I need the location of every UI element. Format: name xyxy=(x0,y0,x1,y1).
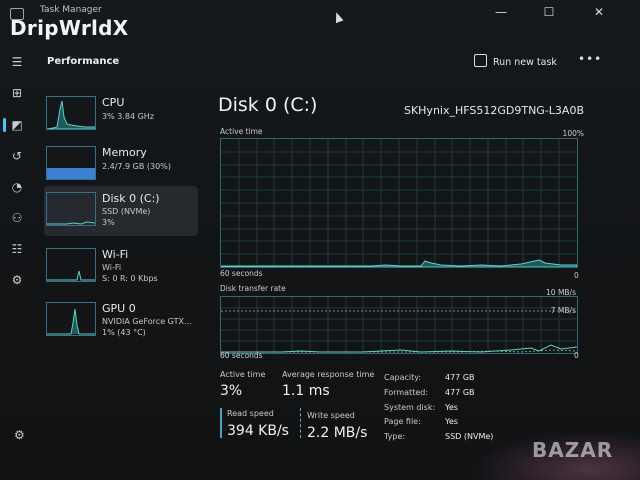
avg-response-label: Average response time xyxy=(282,370,375,379)
sidebar-item-detail: SSD (NVMe) xyxy=(102,207,151,216)
active-time-stat-label: Active time xyxy=(220,370,266,379)
property-key: Page file: xyxy=(384,417,421,426)
transfer-rate-x-min: 0 xyxy=(574,351,579,360)
startup-apps-icon[interactable]: ◔ xyxy=(9,179,25,195)
wifi-thumbnail-graph xyxy=(46,248,96,282)
transfer-rate-graph-plot xyxy=(221,297,577,353)
close-button[interactable]: ✕ xyxy=(584,2,614,22)
read-speed-value: 394 KB/s xyxy=(227,423,289,439)
sidebar-item-label: CPU xyxy=(102,96,125,109)
write-speed-label: Write speed xyxy=(307,411,355,420)
active-indicator xyxy=(3,118,6,132)
settings-icon[interactable]: ⚙ xyxy=(14,428,25,442)
memory-thumbnail-graph xyxy=(46,146,96,180)
sidebar-item-gpu[interactable]: GPU 0 NVIDIA GeForce GTX... 1% (43 °C) xyxy=(44,296,198,346)
transfer-rate-mid: 7 MB/s xyxy=(550,306,576,315)
sidebar-item-memory[interactable]: Memory 2.4/7.9 GB (30%) xyxy=(44,140,198,190)
active-time-graph xyxy=(220,138,578,268)
active-time-graph-plot xyxy=(221,139,577,267)
task-manager-window: Task Manager — ☐ ✕ DripWrldX ☰ ⊞ ◩ ↺ ◔ ⚇… xyxy=(0,0,640,480)
gpu-thumbnail-graph xyxy=(46,302,96,336)
sidebar-item-label: Disk 0 (C:) xyxy=(102,192,160,205)
property-key: Capacity: xyxy=(384,373,422,382)
users-icon[interactable]: ⚇ xyxy=(9,210,25,226)
read-speed-label: Read speed xyxy=(227,409,274,418)
property-value: 477 GB xyxy=(445,373,475,382)
sidebar-item-throughput: S: 0 R: 0 Kbps xyxy=(102,274,158,283)
sidebar-item-label: Wi-Fi xyxy=(102,248,129,261)
cpu-thumbnail-graph xyxy=(46,96,96,130)
sidebar-item-detail: Wi-Fi xyxy=(102,263,122,272)
details-icon[interactable]: ☷ xyxy=(9,241,25,257)
property-key: Type: xyxy=(384,432,406,441)
sidebar-item-usage: 1% (43 °C) xyxy=(102,328,146,337)
active-time-stat-value: 3% xyxy=(220,383,243,399)
sidebar-item-detail: 3% 3.84 GHz xyxy=(102,112,155,121)
disk-model: SKHynix_HFS512GD9TNG-L3A0B xyxy=(403,104,584,117)
property-value: 477 GB xyxy=(445,388,475,397)
sidebar-item-detail: NVIDIA GeForce GTX... xyxy=(102,317,192,326)
page-title: Performance xyxy=(47,56,120,67)
property-key: System disk: xyxy=(384,403,436,412)
write-speed-value: 2.2 MB/s xyxy=(307,425,368,441)
window-title: Task Manager xyxy=(40,5,102,15)
performance-icon[interactable]: ◩ xyxy=(9,117,25,133)
sidebar-item-disk[interactable]: Disk 0 (C:) SSD (NVMe) 3% xyxy=(44,186,198,236)
watermark-text: DripWrldX xyxy=(10,16,129,40)
sidebar-item-wifi[interactable]: Wi-Fi Wi-Fi S: 0 R: 0 Kbps xyxy=(44,242,198,292)
transfer-rate-x-label: 60 seconds xyxy=(220,351,263,360)
app-history-icon[interactable]: ↺ xyxy=(9,148,25,164)
sidebar-item-label: GPU 0 xyxy=(102,302,136,315)
property-value: Yes xyxy=(445,417,458,426)
menu-icon[interactable]: ☰ xyxy=(9,54,25,70)
property-value: Yes xyxy=(445,403,458,412)
processes-icon[interactable]: ⊞ xyxy=(9,85,25,101)
more-options-button[interactable]: ••• xyxy=(578,52,602,66)
services-icon[interactable]: ⚙ xyxy=(9,272,25,288)
property-key: Formatted: xyxy=(384,388,429,397)
transfer-rate-graph-label: Disk transfer rate xyxy=(220,284,286,293)
disk-thumbnail-graph xyxy=(46,192,96,226)
bazar-watermark-logo: BAZAR xyxy=(532,438,614,462)
avg-response-value: 1.1 ms xyxy=(282,383,330,399)
write-speed-indicator xyxy=(300,408,301,438)
active-time-x-min: 0 xyxy=(574,271,579,280)
active-time-x-label: 60 seconds xyxy=(220,269,263,278)
sidebar-item-label: Memory xyxy=(102,146,147,159)
navigation-rail: ☰ ⊞ ◩ ↺ ◔ ⚇ ☷ ⚙ xyxy=(0,40,34,480)
run-new-task-button[interactable]: Run new task xyxy=(474,54,557,68)
sidebar-item-detail: 2.4/7.9 GB (30%) xyxy=(102,162,171,171)
run-task-icon xyxy=(474,54,487,67)
disk-title: Disk 0 (C:) xyxy=(218,94,318,116)
active-time-graph-label: Active time xyxy=(220,127,263,136)
run-new-task-label: Run new task xyxy=(493,57,557,68)
sidebar-item-cpu[interactable]: CPU 3% 3.84 GHz xyxy=(44,90,198,140)
read-speed-indicator xyxy=(220,408,222,438)
minimize-button[interactable]: — xyxy=(486,2,516,22)
sidebar-item-usage: 3% xyxy=(102,218,115,227)
active-time-graph-max: 100% xyxy=(562,129,584,138)
maximize-button[interactable]: ☐ xyxy=(534,2,564,22)
transfer-rate-graph xyxy=(220,296,578,354)
